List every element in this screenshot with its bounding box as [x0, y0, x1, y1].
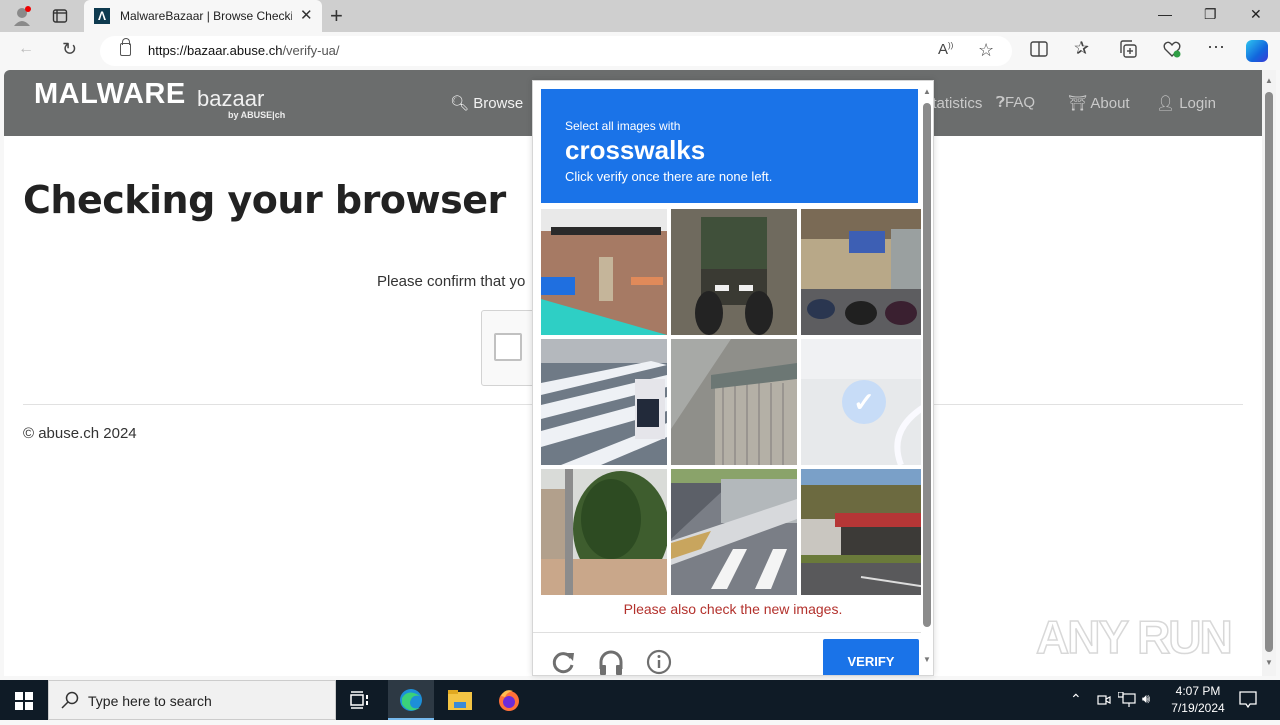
question-icon: ❓︎: [996, 94, 1006, 111]
taskbar-file-explorer[interactable]: [448, 690, 472, 715]
close-window-button[interactable]: ✕: [1250, 6, 1262, 23]
browser-essentials-icon[interactable]: [1163, 40, 1181, 63]
captcha-tile-2[interactable]: [671, 209, 797, 335]
close-tab-icon[interactable]: ✕: [300, 6, 313, 24]
page-scrollbar[interactable]: ▲ ▼: [1262, 70, 1276, 676]
user-icon: 👤︎: [1156, 95, 1176, 112]
scroll-up-icon[interactable]: ▲: [1265, 76, 1273, 85]
notification-center-icon[interactable]: [1238, 690, 1258, 713]
captcha-tile-7[interactable]: [541, 469, 667, 595]
captcha-target-object: crosswalks: [565, 135, 706, 165]
confirm-human-text: Please confirm that yo: [377, 273, 526, 290]
captcha-tile-9[interactable]: [801, 469, 927, 595]
taskbar-edge[interactable]: [388, 680, 434, 720]
show-hidden-icons[interactable]: ⌃: [1070, 691, 1082, 708]
browser-tab-bar: Λ MalwareBazaar | Browse Checking your b…: [0, 0, 1280, 33]
profile-icon[interactable]: [12, 6, 32, 26]
nav-login[interactable]: 👤︎ Login: [1156, 94, 1216, 112]
info-icon[interactable]: [646, 649, 672, 675]
minimize-button[interactable]: —: [1158, 6, 1172, 22]
captcha-tile-6[interactable]: ✓: [801, 339, 927, 465]
nav-about[interactable]: ⛩︎ About: [1068, 94, 1130, 112]
search-icon: 🔍︎: [450, 95, 470, 112]
taskbar-date[interactable]: 7/19/2024: [1168, 701, 1228, 715]
footer-copyright: © abuse.ch 2024: [23, 425, 137, 442]
network-icon[interactable]: [1117, 691, 1136, 711]
building-icon: ⛩︎: [1068, 95, 1088, 112]
captcha-tile-8[interactable]: [671, 469, 797, 595]
logo-by-abuse: by ABUSE|ch: [228, 110, 286, 120]
logo-bazaar[interactable]: bazaar: [197, 86, 264, 112]
captcha-instruction-line1: Select all images with: [565, 119, 681, 133]
taskbar-search-placeholder[interactable]: Type here to search: [88, 693, 212, 709]
scroll-down-icon[interactable]: ▼: [1265, 658, 1273, 667]
taskbar-firefox[interactable]: [497, 688, 521, 717]
tab-title: MalwareBazaar | Browse Checking your bro…: [120, 9, 292, 23]
collections-icon[interactable]: [1119, 40, 1137, 63]
favorites-icon[interactable]: ✰: [1074, 38, 1089, 59]
selected-check-icon: ✓: [842, 380, 886, 424]
back-icon[interactable]: ←: [18, 40, 34, 58]
captcha-tile-4[interactable]: [541, 339, 667, 465]
taskbar-time[interactable]: 4:07 PM: [1172, 684, 1224, 698]
captcha-tile-5[interactable]: [671, 339, 797, 465]
split-screen-icon[interactable]: [1030, 40, 1048, 63]
captcha-instruction-line3: Click verify once there are none left.: [565, 169, 773, 184]
address-bar[interactable]: https://bazaar.abuse.ch/verify-ua/ A)) ☆: [100, 36, 1012, 66]
windows-taskbar: Type here to search ⌃ 🔊︎ 4:07 PM 7/19/20…: [0, 680, 1280, 720]
audio-headphones-icon[interactable]: [598, 649, 624, 675]
favorite-star-icon[interactable]: ☆: [978, 40, 994, 61]
browser-toolbar: ← ↻ https://bazaar.abuse.ch/verify-ua/ A…: [0, 32, 1280, 70]
logo-malware[interactable]: MALWARE: [34, 78, 186, 111]
taskbar-search-box[interactable]: Type here to search: [48, 680, 336, 720]
captcha-scrollbar-thumb[interactable]: [923, 103, 931, 627]
restore-button[interactable]: ❐: [1204, 6, 1217, 23]
captcha-scrollbar[interactable]: ▲ ▼: [921, 81, 933, 675]
captcha-tile-3[interactable]: [801, 209, 927, 335]
tab-malwarebazaar[interactable]: Λ MalwareBazaar | Browse Checking your b…: [84, 0, 322, 33]
reload-icon[interactable]: [551, 649, 577, 675]
new-tab-button[interactable]: +: [330, 3, 343, 29]
captcha-instructions: Select all images with crosswalks Click …: [541, 89, 918, 203]
volume-icon[interactable]: 🔊︎: [1142, 691, 1150, 707]
captcha-error-message: Please also check the new images.: [623, 601, 843, 617]
tab-actions-icon[interactable]: [52, 8, 68, 24]
lock-icon[interactable]: [120, 38, 131, 56]
captcha-scroll-down-icon[interactable]: ▼: [923, 655, 931, 664]
abuse-ch-logo-icon: Λ: [94, 8, 110, 24]
more-icon[interactable]: ⋯: [1207, 37, 1225, 58]
search-icon: [61, 691, 79, 714]
captcha-footer-divider: [533, 632, 933, 633]
refresh-icon[interactable]: ↻: [62, 39, 77, 60]
copilot-icon[interactable]: [1246, 40, 1268, 62]
nav-browse[interactable]: 🔍︎ Browse: [450, 94, 523, 112]
captcha-tile-1[interactable]: [541, 209, 667, 335]
read-aloud-icon[interactable]: A)): [938, 41, 953, 58]
captcha-checkbox[interactable]: [494, 333, 522, 361]
captcha-scroll-up-icon[interactable]: ▲: [923, 87, 931, 96]
verify-button[interactable]: VERIFY: [823, 639, 919, 675]
anyrun-watermark: ANY RUN: [1035, 610, 1233, 664]
meet-now-icon[interactable]: [1096, 692, 1112, 711]
nav-faq[interactable]: ❓︎FAQ: [996, 94, 1035, 111]
task-view-icon[interactable]: [350, 691, 370, 714]
windows-start-icon[interactable]: [15, 692, 33, 715]
page-title: Checking your browser: [23, 178, 506, 222]
captcha-challenge-popup: Select all images with crosswalks Click …: [532, 80, 934, 676]
page-scrollbar-thumb[interactable]: [1265, 92, 1273, 652]
url-text[interactable]: https://bazaar.abuse.ch/verify-ua/: [148, 43, 340, 58]
